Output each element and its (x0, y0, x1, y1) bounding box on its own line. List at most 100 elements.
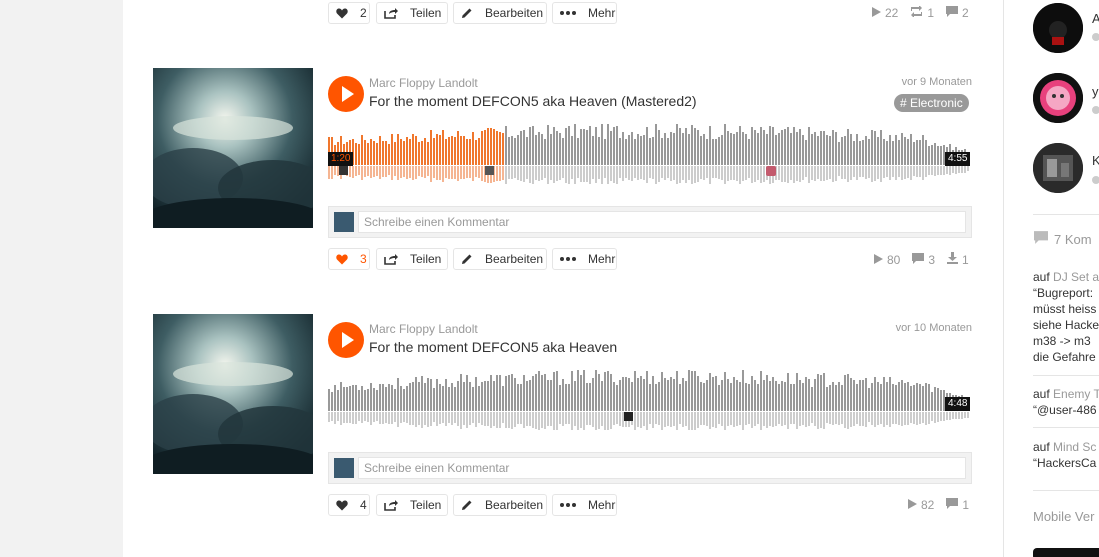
avatar[interactable] (1033, 3, 1083, 53)
waveform-bar-reflection (865, 412, 867, 427)
avatar[interactable] (1033, 73, 1083, 123)
waveform-bar (742, 370, 744, 411)
waveform-bar-reflection (700, 166, 702, 179)
waveform-bar (466, 139, 468, 165)
track-username[interactable]: Marc Floppy Landolt (369, 76, 478, 90)
waveform-bar (574, 381, 576, 411)
sidebar-user-name[interactable]: y (1092, 84, 1099, 99)
waveform-bar-reflection (565, 166, 567, 183)
comment-track-link[interactable]: Mind Sc (1053, 440, 1096, 454)
waveform-bar-reflection (541, 166, 543, 180)
waveform-bar (790, 133, 792, 165)
comment-marker[interactable] (485, 166, 494, 175)
like-button[interactable]: 3 (328, 248, 370, 270)
like-button[interactable]: 2 (328, 2, 370, 24)
more-button[interactable]: Mehr (552, 2, 617, 24)
waveform-bar (754, 380, 756, 411)
waveform-bar-reflection (418, 412, 420, 425)
waveform-bar (376, 143, 378, 165)
track-username[interactable]: Marc Floppy Landolt (369, 322, 478, 336)
mobile-version-link[interactable]: Mobile Ver (1033, 509, 1094, 524)
edit-button[interactable]: Bearbeiten (453, 2, 547, 24)
waveform-bar (616, 385, 618, 411)
edit-label: Bearbeiten (485, 6, 544, 20)
waveform-bar (553, 372, 555, 411)
waveform-bar-reflection (718, 166, 720, 179)
genre-tag[interactable]: # Electronic (894, 94, 969, 112)
comment-input[interactable]: Schreibe einen Kommentar (358, 211, 966, 233)
comment-marker[interactable] (339, 166, 348, 175)
more-button[interactable]: Mehr (552, 248, 617, 270)
waveform[interactable] (328, 124, 972, 184)
sidebar-user-name[interactable]: K (1092, 153, 1099, 168)
waveform-bar (565, 384, 567, 411)
track-title[interactable]: For the moment DEFCON5 aka Heaven (Maste… (369, 93, 697, 109)
waveform-bar (814, 132, 816, 165)
waveform-bar-reflection (685, 166, 687, 183)
waveform-bar-reflection (640, 412, 642, 428)
waveform-bar (466, 375, 468, 411)
waveform-bar (421, 141, 423, 165)
pencil-icon (461, 7, 479, 19)
share-button[interactable]: Teilen (376, 2, 448, 24)
waveform-bar-reflection (334, 412, 336, 424)
waveform-bar (340, 382, 342, 411)
comment-marker[interactable] (624, 412, 633, 421)
track-title[interactable]: For the moment DEFCON5 aka Heaven (369, 339, 617, 355)
waveform-bar (796, 132, 798, 165)
like-button[interactable]: 4 (328, 494, 370, 516)
waveform-bar (559, 385, 561, 411)
repost-count: 1 (927, 6, 935, 20)
edit-button[interactable]: Bearbeiten (453, 494, 547, 516)
waveform-bar (895, 385, 897, 411)
more-button[interactable]: Mehr (552, 494, 617, 516)
waveform-bar-reflection (706, 166, 708, 178)
sidebar-comment[interactable]: auf Mind Sc “HackersCa (1033, 439, 1096, 471)
waveform-bar (508, 137, 510, 165)
comment-prefix: auf (1033, 270, 1050, 284)
comment-input[interactable]: Schreibe einen Kommentar (358, 457, 966, 479)
comment-track-link[interactable]: DJ Set a (1053, 270, 1099, 284)
waveform-bar-reflection (820, 166, 822, 181)
waveform-bar (589, 383, 591, 411)
comment-marker[interactable] (766, 166, 776, 176)
waveform-bar-reflection (475, 412, 477, 427)
waveform-bar (784, 382, 786, 411)
app-store-badge[interactable] (1033, 548, 1099, 557)
waveform-bar (742, 132, 744, 165)
waveform-bar-reflection (763, 166, 765, 182)
edit-button[interactable]: Bearbeiten (453, 248, 547, 270)
waveform-bar (637, 134, 639, 165)
sidebar: A y K 7 Kom auf DJ Set a “Bugreport: müs… (1004, 0, 1099, 557)
waveform-bar (781, 130, 783, 165)
waveform-bar (685, 128, 687, 165)
waveform-bar (655, 384, 657, 411)
cover-art[interactable] (153, 314, 313, 474)
sidebar-comment[interactable]: auf DJ Set a “Bugreport: müsst heiss sie… (1033, 269, 1099, 365)
play-button[interactable] (328, 76, 364, 112)
play-count: 80 (887, 252, 901, 267)
waveform-bar (643, 135, 645, 165)
sidebar-user-name[interactable]: A (1092, 11, 1099, 26)
waveform-bar (433, 138, 435, 165)
waveform-bar (445, 139, 447, 165)
waveform-bar-reflection (541, 412, 543, 428)
waveform-bar-reflection (586, 166, 588, 182)
waveform-bar-reflection (607, 412, 609, 430)
cover-art[interactable] (153, 68, 313, 228)
avatar[interactable] (1033, 143, 1083, 193)
comments-header[interactable]: 7 Kom (1034, 231, 1092, 247)
share-button[interactable]: Teilen (376, 248, 448, 270)
share-button[interactable]: Teilen (376, 494, 448, 516)
waveform-bar (430, 379, 432, 411)
waveform-bar-reflection (496, 166, 498, 181)
waveform-bar (745, 383, 747, 411)
waveform-bar (769, 126, 771, 165)
waveform-bar-reflection (808, 166, 810, 183)
sidebar-comment[interactable]: auf Enemy T “@user-486 (1033, 386, 1099, 418)
play-button[interactable] (328, 322, 364, 358)
waveform-bar-reflection (871, 412, 873, 425)
waveform-bar-reflection (607, 166, 609, 184)
comment-track-link[interactable]: Enemy T (1053, 387, 1099, 401)
waveform[interactable] (328, 370, 972, 430)
